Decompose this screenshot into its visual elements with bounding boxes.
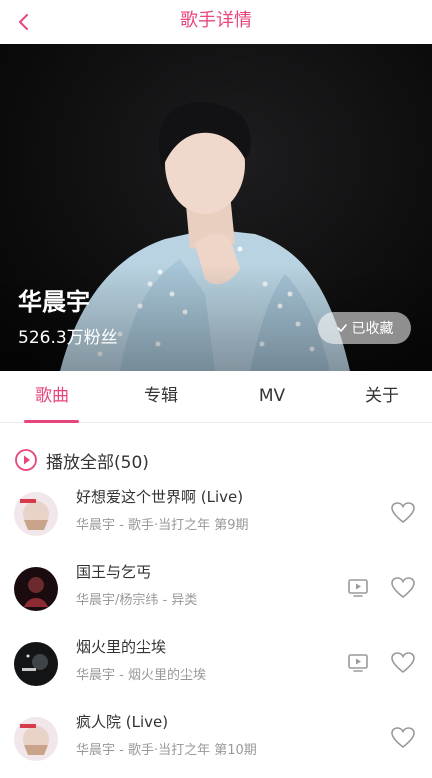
tab-bar: 歌曲 专辑 MV 关于 <box>0 371 432 423</box>
song-title: 国王与乞丐 <box>76 563 152 581</box>
tab-albums[interactable]: 专辑 <box>121 371 201 423</box>
header-bar: 歌手详情 <box>0 0 432 44</box>
singer-banner: 华晨宇 526.3万粉丝 已收藏 <box>0 44 432 371</box>
album-cover <box>14 492 58 536</box>
heart-icon[interactable] <box>390 576 416 600</box>
mv-play-icon[interactable] <box>346 576 370 600</box>
tab-songs[interactable]: 歌曲 <box>12 371 92 423</box>
active-tab-indicator <box>24 420 79 423</box>
favorite-label: 已收藏 <box>351 321 394 337</box>
fans-count: 526.3万粉丝 <box>18 328 118 348</box>
song-subtitle: 华晨宇 - 烟火里的尘埃 <box>76 668 206 683</box>
favorite-button[interactable]: 已收藏 <box>318 312 411 344</box>
check-icon <box>336 324 347 332</box>
mv-play-icon[interactable] <box>346 651 370 675</box>
song-title: 疯人院 (Live) <box>76 713 169 731</box>
song-title: 烟火里的尘埃 <box>76 638 167 656</box>
album-cover <box>14 567 58 611</box>
song-item[interactable]: 国王与乞丐 华晨宇/杨宗纬 - 异类 <box>0 559 432 634</box>
heart-icon[interactable] <box>390 651 416 675</box>
song-subtitle: 华晨宇 - 歌手·当打之年 第9期 <box>76 518 249 533</box>
tab-mv[interactable]: MV <box>232 371 312 423</box>
song-item[interactable]: 好想爱这个世界啊 (Live) 华晨宇 - 歌手·当打之年 第9期 <box>0 484 432 559</box>
album-cover <box>14 717 58 761</box>
heart-icon[interactable] <box>390 501 416 525</box>
play-circle-icon <box>15 449 37 471</box>
singer-name: 华晨宇 <box>18 288 90 316</box>
play-all-button[interactable]: 播放全部(50) <box>14 446 149 474</box>
song-item[interactable]: 烟火里的尘埃 华晨宇 - 烟火里的尘埃 <box>0 634 432 709</box>
heart-icon[interactable] <box>390 726 416 750</box>
song-subtitle: 华晨宇/杨宗纬 - 异类 <box>76 593 198 608</box>
play-all-label: 播放全部(50) <box>46 452 149 473</box>
tab-about[interactable]: 关于 <box>342 371 422 423</box>
song-title: 好想爱这个世界啊 (Live) <box>76 488 244 506</box>
page-title: 歌手详情 <box>180 10 252 31</box>
album-cover <box>14 642 58 686</box>
song-subtitle: 华晨宇 - 歌手·当打之年 第10期 <box>76 743 257 758</box>
song-item[interactable]: 疯人院 (Live) 华晨宇 - 歌手·当打之年 第10期 <box>0 709 432 778</box>
